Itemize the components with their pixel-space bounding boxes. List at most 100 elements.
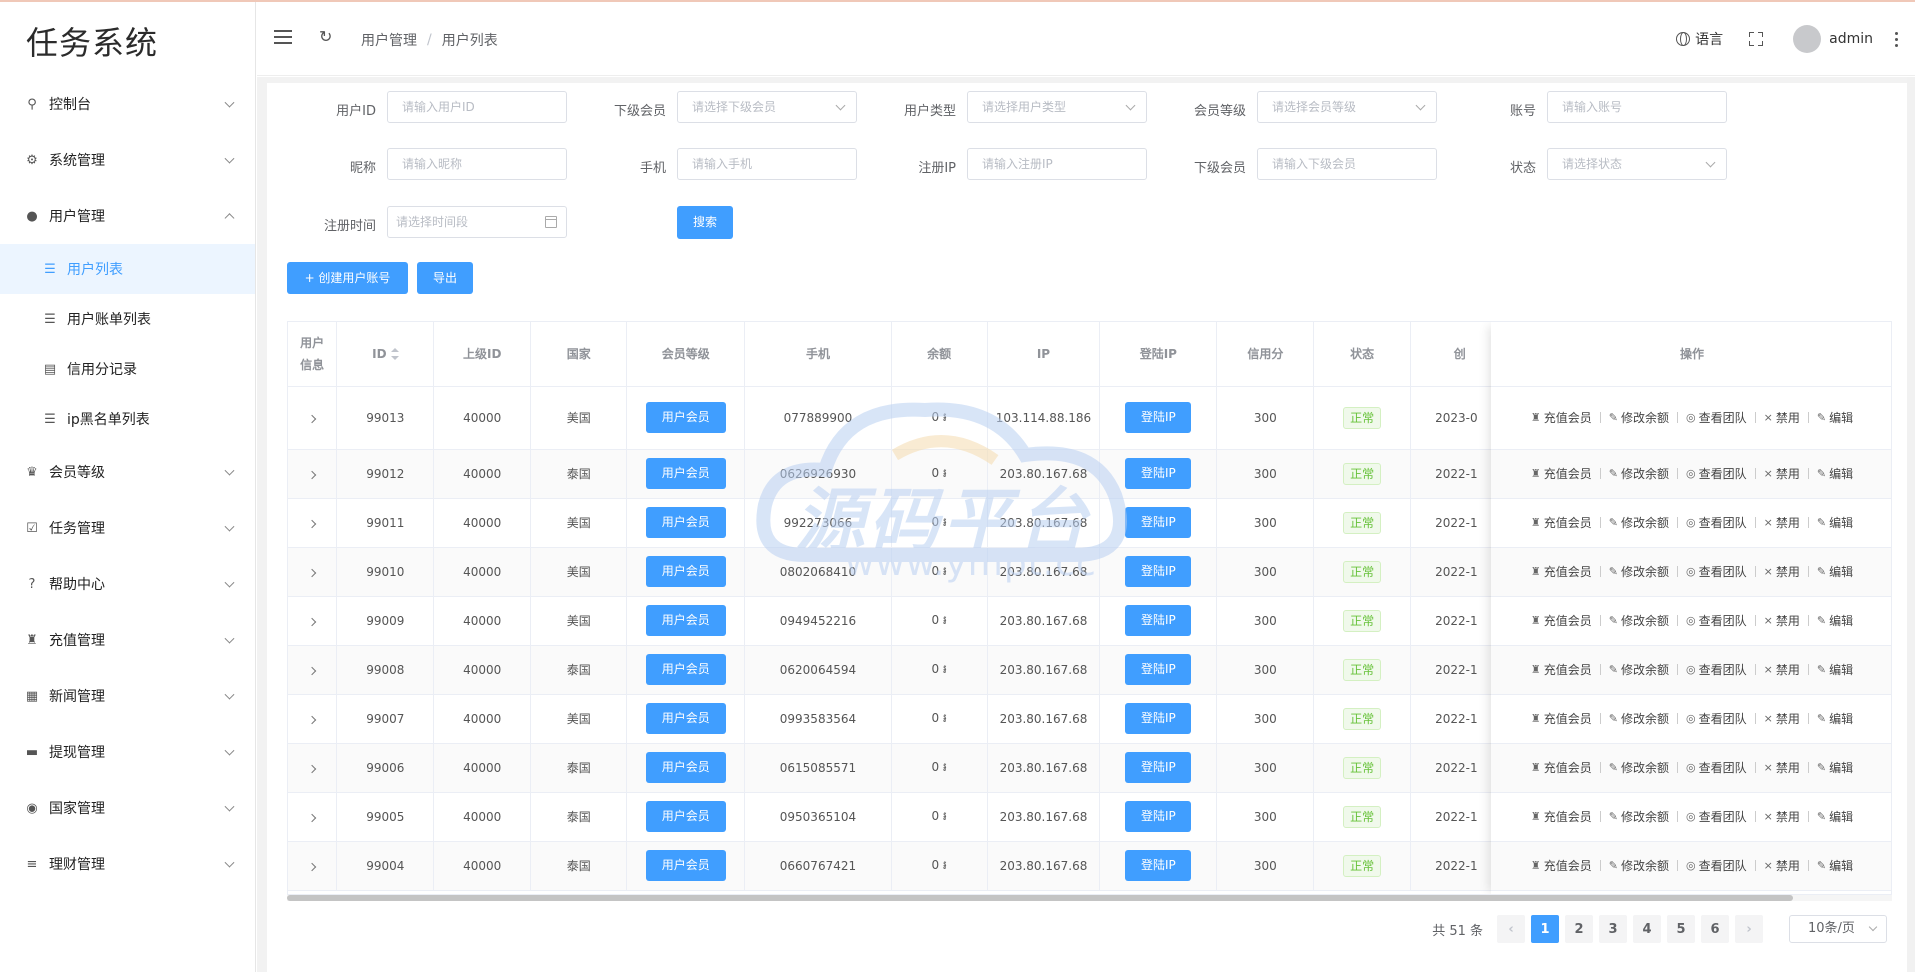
view-team-button[interactable]: ◎ 查看团队 <box>1686 465 1747 482</box>
edit-button[interactable]: ✎ 编辑 <box>1817 514 1853 531</box>
refresh-icon[interactable]: ↻ <box>319 29 335 45</box>
page-button[interactable]: 6 <box>1701 915 1729 943</box>
edit-button[interactable]: ✎ 编辑 <box>1817 563 1853 580</box>
avatar[interactable] <box>1793 25 1822 53</box>
member-level-button[interactable]: 用户会员 <box>645 605 726 636</box>
edit-button[interactable]: ✎ 编辑 <box>1817 409 1853 426</box>
chevron-right-icon[interactable] <box>307 568 317 577</box>
export-button[interactable]: 导出 <box>417 262 473 294</box>
view-team-button[interactable]: ◎ 查看团队 <box>1686 612 1747 629</box>
sidebar-item[interactable]: ♜ 充值管理 <box>0 612 255 668</box>
modify-balance-button[interactable]: ✎ 修改余额 <box>1609 857 1669 874</box>
disable-button[interactable]: × 禁用 <box>1764 563 1800 580</box>
recharge-member-button[interactable]: ♜ 充值会员 <box>1531 759 1592 776</box>
sidebar-subitem[interactable]: ☰ 用户账单列表 <box>0 294 255 344</box>
horizontal-scrollbar[interactable] <box>287 895 1892 901</box>
login-ip-button[interactable]: 登陆IP <box>1125 605 1192 636</box>
expand-cell[interactable] <box>288 498 338 548</box>
disable-button[interactable]: × 禁用 <box>1764 661 1800 678</box>
prev-page-button[interactable]: ‹ <box>1497 915 1525 943</box>
sidebar-item[interactable]: ☑ 任务管理 <box>0 500 255 556</box>
edit-button[interactable]: ✎ 编辑 <box>1817 808 1853 825</box>
modify-balance-button[interactable]: ✎ 修改余额 <box>1609 661 1669 678</box>
page-size-select[interactable]: 10条/页 <box>1789 915 1887 943</box>
breadcrumb-item-user-management[interactable]: 用户管理 <box>361 30 417 50</box>
language-switch[interactable]: 语言 <box>1676 29 1723 49</box>
chevron-right-icon[interactable] <box>307 715 317 724</box>
chevron-right-icon[interactable] <box>307 764 317 773</box>
hamburger-menu-icon[interactable] <box>274 30 292 44</box>
disable-button[interactable]: × 禁用 <box>1764 710 1800 727</box>
disable-button[interactable]: × 禁用 <box>1764 857 1800 874</box>
recharge-member-button[interactable]: ♜ 充值会员 <box>1531 661 1592 678</box>
recharge-member-button[interactable]: ♜ 充值会员 <box>1531 710 1592 727</box>
view-team-button[interactable]: ◎ 查看团队 <box>1686 661 1747 678</box>
sidebar-item[interactable]: ⚲ 控制台 <box>0 76 255 132</box>
page-button[interactable]: 4 <box>1633 915 1661 943</box>
member-level-button[interactable]: 用户会员 <box>645 458 726 489</box>
login-ip-button[interactable]: 登陆IP <box>1125 507 1192 538</box>
fullscreen-icon[interactable] <box>1749 32 1764 46</box>
reg-ip-input[interactable]: 请输入注册IP <box>967 148 1147 180</box>
chevron-right-icon[interactable] <box>307 470 317 479</box>
sidebar-item[interactable]: ● 用户管理 <box>0 188 255 244</box>
account-input[interactable]: 请输入账号 <box>1547 91 1727 123</box>
disable-button[interactable]: × 禁用 <box>1764 514 1800 531</box>
member-level-button[interactable]: 用户会员 <box>645 752 726 783</box>
modify-balance-button[interactable]: ✎ 修改余额 <box>1609 808 1669 825</box>
login-ip-button[interactable]: 登陆IP <box>1125 402 1192 433</box>
sidebar-subitem[interactable]: ☰ ip黑名单列表 <box>0 394 255 444</box>
view-team-button[interactable]: ◎ 查看团队 <box>1686 808 1747 825</box>
member-level-button[interactable]: 用户会员 <box>645 801 726 832</box>
modify-balance-button[interactable]: ✎ 修改余额 <box>1609 465 1669 482</box>
expand-cell[interactable] <box>288 596 338 646</box>
disable-button[interactable]: × 禁用 <box>1764 808 1800 825</box>
search-button[interactable]: 搜索 <box>677 206 733 239</box>
disable-button[interactable]: × 禁用 <box>1764 409 1800 426</box>
chevron-right-icon[interactable] <box>307 666 317 675</box>
modify-balance-button[interactable]: ✎ 修改余额 <box>1609 563 1669 580</box>
user-id-input[interactable]: 请输入用户ID <box>387 91 567 123</box>
member-level-select[interactable]: 请选择会员等级 <box>1257 91 1437 123</box>
modify-balance-button[interactable]: ✎ 修改余额 <box>1609 409 1669 426</box>
sub-member-select[interactable]: 请选择下级会员 <box>677 91 857 123</box>
sidebar-subitem[interactable]: ▤ 信用分记录 <box>0 344 255 394</box>
sidebar-item[interactable]: ? 帮助中心 <box>0 556 255 612</box>
login-ip-button[interactable]: 登陆IP <box>1125 458 1192 489</box>
sub-member-input[interactable]: 请输入下级会员 <box>1257 148 1437 180</box>
sidebar-subitem[interactable]: ☰ 用户列表 <box>0 244 255 294</box>
status-select[interactable]: 请选择状态 <box>1547 148 1727 180</box>
chevron-right-icon[interactable] <box>307 617 317 626</box>
view-team-button[interactable]: ◎ 查看团队 <box>1686 409 1747 426</box>
disable-button[interactable]: × 禁用 <box>1764 465 1800 482</box>
sidebar-item[interactable]: ≡ 理财管理 <box>0 836 255 892</box>
sidebar-item[interactable]: ⚙ 系统管理 <box>0 132 255 188</box>
view-team-button[interactable]: ◎ 查看团队 <box>1686 710 1747 727</box>
sidebar-item[interactable]: ♛ 会员等级 <box>0 444 255 500</box>
modify-balance-button[interactable]: ✎ 修改余额 <box>1609 759 1669 776</box>
login-ip-button[interactable]: 登陆IP <box>1125 703 1192 734</box>
recharge-member-button[interactable]: ♜ 充值会员 <box>1531 514 1592 531</box>
recharge-member-button[interactable]: ♜ 充值会员 <box>1531 563 1592 580</box>
view-team-button[interactable]: ◎ 查看团队 <box>1686 563 1747 580</box>
edit-button[interactable]: ✎ 编辑 <box>1817 710 1853 727</box>
expand-cell[interactable] <box>288 449 338 499</box>
disable-button[interactable]: × 禁用 <box>1764 612 1800 629</box>
recharge-member-button[interactable]: ♜ 充值会员 <box>1531 612 1592 629</box>
modify-balance-button[interactable]: ✎ 修改余额 <box>1609 710 1669 727</box>
expand-cell[interactable] <box>288 841 338 891</box>
page-button[interactable]: 3 <box>1599 915 1627 943</box>
member-level-button[interactable]: 用户会员 <box>645 703 726 734</box>
recharge-member-button[interactable]: ♜ 充值会员 <box>1531 857 1592 874</box>
recharge-member-button[interactable]: ♜ 充值会员 <box>1531 409 1592 426</box>
expand-cell[interactable] <box>288 694 338 744</box>
view-team-button[interactable]: ◎ 查看团队 <box>1686 514 1747 531</box>
login-ip-button[interactable]: 登陆IP <box>1125 654 1192 685</box>
edit-button[interactable]: ✎ 编辑 <box>1817 759 1853 776</box>
username[interactable]: admin <box>1829 31 1873 47</box>
chevron-right-icon[interactable] <box>307 813 317 822</box>
modify-balance-button[interactable]: ✎ 修改余额 <box>1609 514 1669 531</box>
vertical-scrollbar[interactable] <box>1907 77 1915 972</box>
nickname-input[interactable]: 请输入昵称 <box>387 148 567 180</box>
login-ip-button[interactable]: 登陆IP <box>1125 556 1192 587</box>
